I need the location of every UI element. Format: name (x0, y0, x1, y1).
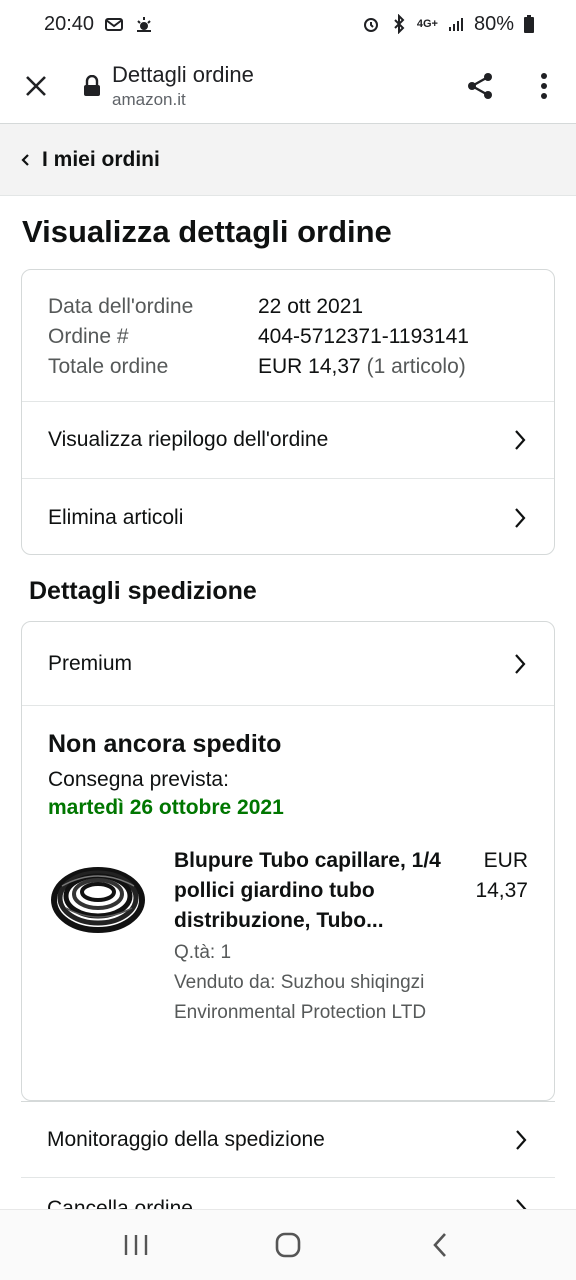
close-button[interactable] (0, 48, 72, 124)
page-title: Visualizza dettagli ordine (22, 214, 392, 249)
order-total-count: (1 articolo) (366, 355, 466, 378)
browser-page-title: Dettagli ordine (112, 61, 254, 87)
mail-notification-icon (104, 14, 124, 34)
home-icon (275, 1232, 301, 1258)
home-button[interactable] (258, 1215, 318, 1275)
shipping-section-title: Dettagli spedizione (29, 577, 257, 605)
item-price: EUR 14,37 (458, 846, 528, 1028)
delivery-date: martedì 26 ottobre 2021 (48, 796, 284, 819)
next-action-link[interactable]: Cancella ordine (21, 1179, 555, 1209)
remove-items-label: Elimina articoli (48, 505, 184, 529)
bluetooth-icon (389, 13, 409, 35)
order-summary-link[interactable]: Visualizza riepilogo dell'ordine (22, 402, 554, 479)
url-block[interactable]: Dettagli ordine amazon.it (112, 61, 448, 111)
close-icon (26, 75, 46, 96)
shipping-service-label: Premium (48, 651, 133, 675)
weather-icon (134, 14, 154, 34)
recent-apps-button[interactable] (106, 1215, 166, 1275)
signal-icon (446, 14, 466, 34)
share-icon (468, 72, 492, 99)
network-type: 4G+ (416, 18, 438, 30)
chevron-left-icon (20, 150, 34, 170)
back-icon (433, 1233, 446, 1257)
next-action-label: Cancella ordine (47, 1197, 193, 1209)
order-number-label: Ordine # (48, 325, 129, 348)
lock-icon (72, 48, 112, 124)
status-left: 20:40 (44, 13, 154, 36)
delivery-label: Consegna prevista: (48, 768, 229, 791)
shipping-card: Premium Non ancora spedito Consegna prev… (21, 621, 555, 1101)
status-time: 20:40 (44, 12, 95, 35)
order-number-value: 404-5712371-1193141 (258, 325, 469, 348)
system-nav-bar (0, 1209, 576, 1280)
breadcrumb[interactable]: I miei ordini (0, 124, 576, 196)
order-info-block: Data dell'ordine 22 ott 2021 Ordine # 40… (22, 270, 554, 402)
order-number-row: Ordine # 404-5712371-1193141 (48, 322, 528, 352)
order-info-card: Data dell'ordine 22 ott 2021 Ordine # 40… (21, 269, 555, 555)
tracking-label: Monitoraggio della spedizione (47, 1127, 325, 1151)
recent-apps-icon (124, 1235, 148, 1255)
breadcrumb-label: I miei ordini (42, 147, 160, 171)
chevron-right-icon (512, 428, 528, 452)
item-price-currency: EUR (483, 849, 528, 872)
chevron-right-icon (513, 1197, 529, 1209)
shipment-status: Non ancora spedito (48, 730, 282, 758)
item-price-value: 14,37 (475, 879, 528, 902)
alarm-icon (361, 14, 381, 34)
order-date-value: 22 ott 2021 (258, 295, 364, 318)
battery-percent: 80% (473, 12, 514, 35)
order-total-label: Totale ordine (48, 355, 169, 378)
back-button[interactable] (410, 1215, 470, 1275)
battery-icon (522, 14, 542, 34)
item-title[interactable]: Blupure Tubo capillare, 1/4 pollici giar… (174, 846, 446, 936)
order-item: Blupure Tubo capillare, 1/4 pollici giar… (48, 846, 528, 1028)
order-total-value: EUR 14,37 (1 articolo) (258, 352, 466, 382)
order-total-row: Totale ordine EUR 14,37 (1 articolo) (48, 352, 528, 382)
shipping-service-link[interactable]: Premium (22, 622, 554, 706)
status-right: 4G+ 80% (361, 13, 542, 36)
more-vert-icon (541, 72, 547, 99)
remove-items-link[interactable]: Elimina articoli (22, 479, 554, 554)
order-summary-label: Visualizza riepilogo dell'ordine (48, 428, 329, 451)
status-bar: 20:40 4G+ 80% (0, 0, 576, 48)
share-button[interactable] (448, 48, 512, 124)
chevron-right-icon (513, 1128, 529, 1152)
item-info: Blupure Tubo capillare, 1/4 pollici giar… (174, 846, 446, 1028)
order-date-row: Data dell'ordine 22 ott 2021 (48, 292, 528, 322)
chevron-right-icon (512, 506, 528, 530)
shipment-block: Non ancora spedito Consegna prevista: ma… (22, 706, 554, 1028)
chevron-right-icon (512, 652, 528, 676)
product-image[interactable] (48, 846, 148, 946)
order-date-label: Data dell'ordine (48, 295, 194, 318)
item-quantity: Q.tà: 1 (174, 942, 232, 963)
browser-header: Dettagli ordine amazon.it (0, 48, 576, 124)
browser-domain: amazon.it (112, 89, 186, 109)
order-total-amount: EUR 14,37 (258, 355, 361, 378)
item-seller: Venduto da: Suzhou shiqingzi Environment… (174, 972, 427, 1023)
tracking-link[interactable]: Monitoraggio della spedizione (21, 1101, 555, 1178)
more-options-button[interactable] (512, 48, 576, 124)
